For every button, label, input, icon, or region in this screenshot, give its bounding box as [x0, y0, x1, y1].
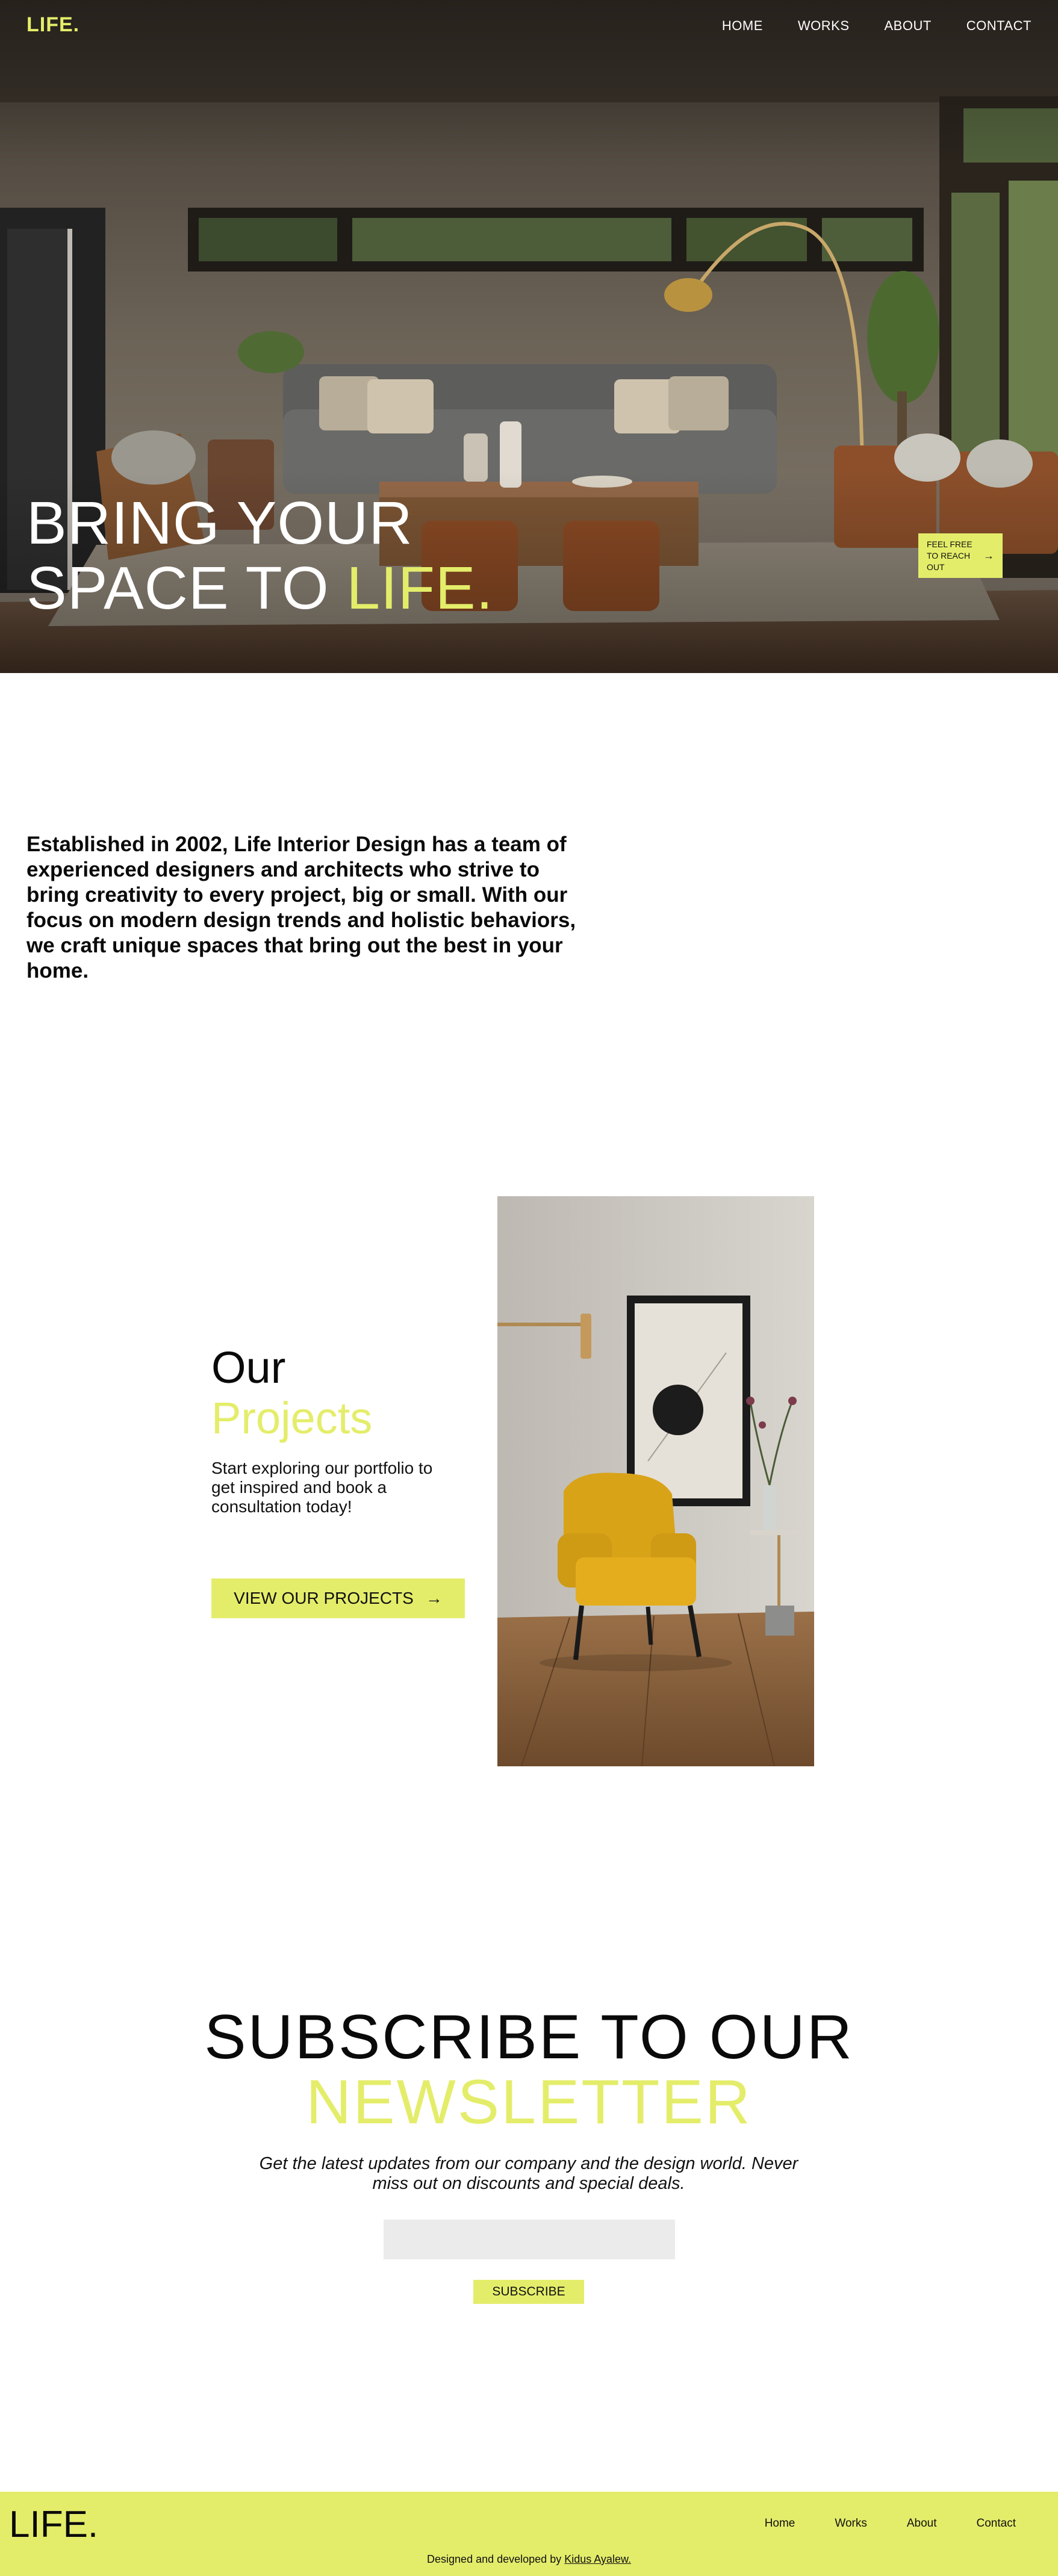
hero-title-line1: BRING YOUR	[26, 489, 413, 557]
footer-credit: Designed and developed by Kidus Ayalew.	[0, 2553, 1058, 2566]
projects-description: Start exploring our portfolio to get ins…	[211, 1459, 433, 1516]
footer-works-link[interactable]: Works	[835, 2517, 867, 2530]
view-projects-label: VIEW OUR PROJECTS	[234, 1589, 414, 1607]
chair-room-illustration	[497, 1196, 814, 1766]
intro-text: Established in 2002, Life Interior Desig…	[26, 833, 576, 982]
hero-title: BRING YOUR SPACE TO LIFE.	[26, 491, 493, 621]
hero-title-line2: SPACE TO	[26, 554, 347, 622]
footer-credit-text: Designed and developed by	[427, 2553, 565, 2565]
footer-logo[interactable]: LIFE.	[9, 2504, 98, 2546]
arrow-right-icon: →	[983, 549, 994, 562]
hero-section: LIFE. HOME WORKS ABOUT CONTACT BRING YOU…	[0, 0, 1058, 673]
newsletter-heading-line1: SUBSCRIBE TO OUR	[204, 2002, 854, 2072]
nav-about-link[interactable]: ABOUT	[885, 18, 932, 34]
footer-nav: Home Works About Contact	[765, 2517, 1016, 2530]
nav-logo[interactable]: LIFE.	[26, 13, 79, 37]
footer-home-link[interactable]: Home	[765, 2517, 795, 2530]
projects-heading-line1: Our	[211, 1342, 286, 1392]
subscribe-button[interactable]: SUBSCRIBE	[473, 2280, 584, 2304]
nav-works-link[interactable]: WORKS	[798, 18, 850, 34]
view-projects-button[interactable]: VIEW OUR PROJECTS →	[211, 1578, 465, 1618]
newsletter-email-input[interactable]	[384, 2220, 675, 2259]
nav-home-link[interactable]: HOME	[722, 18, 763, 34]
footer-about-link[interactable]: About	[907, 2517, 937, 2530]
hero-title-accent: LIFE.	[346, 554, 494, 622]
arrow-right-icon: →	[425, 1589, 443, 1607]
reach-out-button[interactable]: FEEL FREE TO REACH OUT →	[918, 533, 1003, 578]
projects-chair-image	[497, 1196, 814, 1766]
projects-heading-line2: Projects	[211, 1393, 373, 1443]
reach-out-label: FEEL FREE TO REACH OUT	[927, 539, 972, 572]
footer-contact-link[interactable]: Contact	[977, 2517, 1016, 2530]
footer: LIFE. Home Works About Contact Designed …	[0, 2492, 1058, 2576]
main-nav: HOME WORKS ABOUT CONTACT	[722, 18, 1032, 34]
nav-contact-link[interactable]: CONTACT	[966, 18, 1032, 34]
newsletter-description: Get the latest updates from our company …	[259, 2154, 798, 2193]
newsletter-heading-line2: NEWSLETTER	[306, 2067, 752, 2137]
author-link[interactable]: Kidus Ayalew.	[564, 2553, 631, 2565]
